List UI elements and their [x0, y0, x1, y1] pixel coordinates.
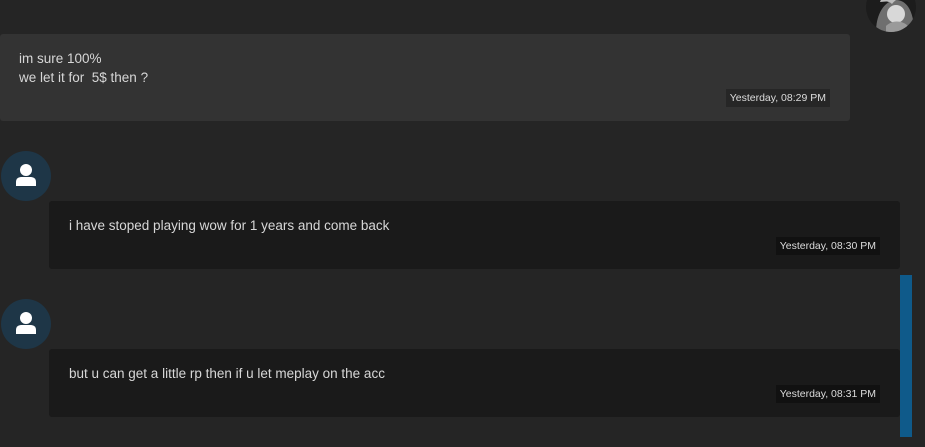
- user-avatar[interactable]: [1, 151, 51, 201]
- message-text: we let it for 5$ then ?: [19, 70, 149, 85]
- profile-photo-icon: [866, 0, 916, 32]
- user-icon: [16, 164, 36, 186]
- scrollbar-thumb[interactable]: [900, 275, 912, 437]
- message-text: im sure 100%: [19, 51, 102, 66]
- sender-avatar-photo[interactable]: [866, 0, 916, 32]
- message-text: but u can get a little rp then if u let …: [69, 366, 385, 381]
- message-timestamp: Yesterday, 08:30 PM: [775, 237, 880, 255]
- chat-thread: im sure 100% we let it for 5$ then ? Yes…: [0, 0, 925, 447]
- user-icon: [16, 312, 36, 334]
- message-text: i have stoped playing wow for 1 years an…: [69, 218, 390, 233]
- message-bubble-incoming: i have stoped playing wow for 1 years an…: [49, 201, 900, 269]
- message-bubble-outgoing: im sure 100% we let it for 5$ then ? Yes…: [0, 34, 850, 121]
- message-timestamp: Yesterday, 08:31 PM: [775, 385, 880, 403]
- message-timestamp: Yesterday, 08:29 PM: [725, 89, 830, 107]
- user-avatar[interactable]: [1, 299, 51, 349]
- message-bubble-incoming: but u can get a little rp then if u let …: [49, 349, 900, 417]
